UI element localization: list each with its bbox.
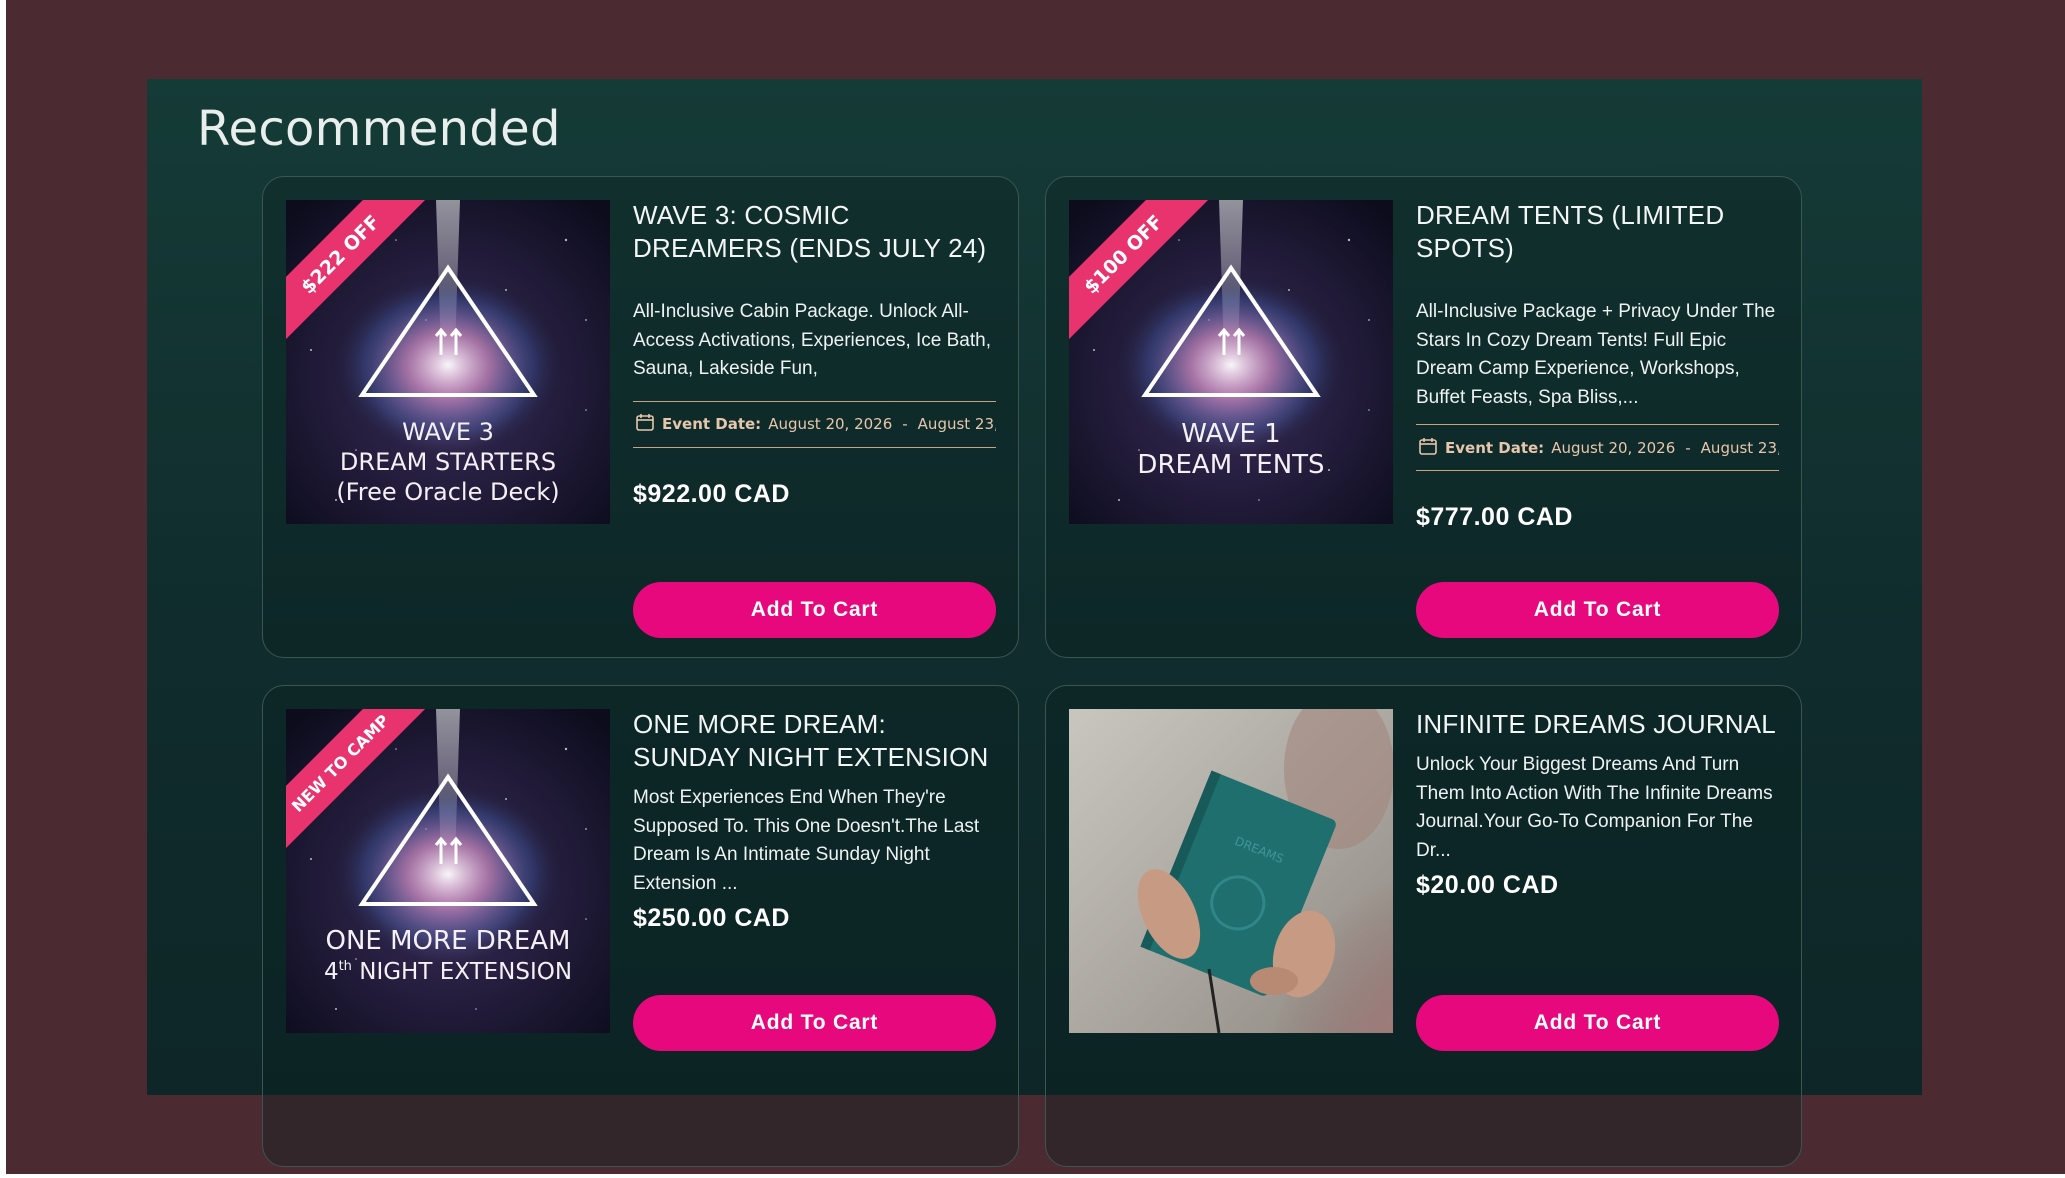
page-edge-bottom	[0, 1174, 2065, 1178]
add-to-cart-button[interactable]: Add To Cart	[633, 582, 996, 638]
journal-photo-image: DREAMS	[1069, 709, 1393, 1033]
event-date-row: Event Date: August 20, 2026 - August 23,…	[633, 400, 996, 448]
cosmic-poster-image: WAVE 1 DREAM TENTS $100 OFF	[1069, 200, 1393, 524]
calendar-icon	[635, 412, 655, 436]
add-to-cart-button[interactable]: Add To Cart	[1416, 582, 1779, 638]
event-date-row: Event Date: August 20, 2026 - August 23,…	[1416, 424, 1779, 471]
poster-line-2: DREAM STARTERS	[340, 448, 556, 476]
product-description: Most Experiences End When They're Suppos…	[633, 787, 980, 894]
product-image[interactable]: WAVE 3 DREAM STARTERS (Free Oracle Deck)…	[286, 200, 610, 524]
event-start-date: August 20, 2026	[1551, 438, 1676, 457]
event-date-separator: -	[902, 415, 908, 433]
page-edge-left	[0, 0, 6, 1178]
poster-line-2: DREAM TENTS	[1137, 450, 1324, 480]
product-description: All-Inclusive Cabin Package. Unlock All-…	[633, 301, 992, 379]
event-date-label: Event Date:	[1445, 438, 1545, 457]
product-title[interactable]: WAVE 3: COSMIC DREAMERS (ENDS JULY 24)	[633, 199, 996, 265]
event-date-separator: -	[1685, 438, 1691, 457]
poster-line-1: WAVE 3	[402, 418, 494, 446]
product-image[interactable]: DREAMS	[1069, 709, 1393, 1033]
product-description: Unlock Your Biggest Dreams And Turn Them…	[1416, 754, 1773, 861]
event-end-date: August 23, 2026	[917, 415, 996, 433]
product-info: INFINITE DREAMS JOURNAL Unlock Your Bigg…	[1416, 708, 1779, 900]
product-price: $777.00 CAD	[1416, 503, 1573, 531]
event-end-date: August 23, 2026	[1700, 438, 1779, 457]
product-description: All-Inclusive Package + Privacy Under Th…	[1416, 301, 1776, 408]
product-image[interactable]: WAVE 1 DREAM TENTS $100 OFF	[1069, 200, 1393, 524]
section-title: Recommended	[197, 101, 561, 157]
poster-line-3: (Free Oracle Deck)	[336, 478, 559, 506]
poster-line-2: 4th NIGHT EXTENSION	[324, 959, 572, 985]
product-info: ONE MORE DREAM: SUNDAY NIGHT EXTENSION M…	[633, 708, 996, 933]
product-title[interactable]: ONE MORE DREAM: SUNDAY NIGHT EXTENSION	[633, 708, 996, 774]
recommended-section: Recommended WAVE 3 DREAM STARTERS (Free …	[147, 79, 1922, 1167]
add-to-cart-button[interactable]: Add To Cart	[633, 995, 996, 1051]
product-card-one-more-dream: ONE MORE DREAM 4th NIGHT EXTENSION NEW T…	[262, 685, 1019, 1167]
product-info: DREAM TENTS (LIMITED SPOTS) All-Inclusiv…	[1416, 199, 1779, 532]
event-start-date: August 20, 2026	[768, 415, 893, 433]
product-card-wave-3: WAVE 3 DREAM STARTERS (Free Oracle Deck)…	[262, 176, 1019, 658]
cosmic-poster-image: ONE MORE DREAM 4th NIGHT EXTENSION NEW T…	[286, 709, 610, 1033]
product-price: $922.00 CAD	[633, 479, 790, 508]
poster-line-1: WAVE 1	[1181, 419, 1280, 449]
product-info: WAVE 3: COSMIC DREAMERS (ENDS JULY 24) A…	[633, 199, 996, 509]
product-card-infinite-dreams-journal: DREAMS INFINITE DREAMS JOURNAL Unlock Yo…	[1045, 685, 1802, 1167]
product-price: $250.00 CAD	[633, 904, 790, 932]
calendar-icon	[1418, 436, 1438, 460]
add-to-cart-button[interactable]: Add To Cart	[1416, 995, 1779, 1051]
product-price: $20.00 CAD	[1416, 871, 1559, 899]
product-title[interactable]: INFINITE DREAMS JOURNAL	[1416, 708, 1779, 741]
poster-line-1: ONE MORE DREAM	[326, 926, 571, 956]
cosmic-poster-image: WAVE 3 DREAM STARTERS (Free Oracle Deck)…	[286, 200, 610, 524]
product-title[interactable]: DREAM TENTS (LIMITED SPOTS)	[1416, 199, 1779, 265]
product-card-dream-tents: WAVE 1 DREAM TENTS $100 OFF DREAM TENTS …	[1045, 176, 1802, 658]
event-date-label: Event Date:	[662, 415, 762, 433]
product-image[interactable]: ONE MORE DREAM 4th NIGHT EXTENSION NEW T…	[286, 709, 610, 1033]
